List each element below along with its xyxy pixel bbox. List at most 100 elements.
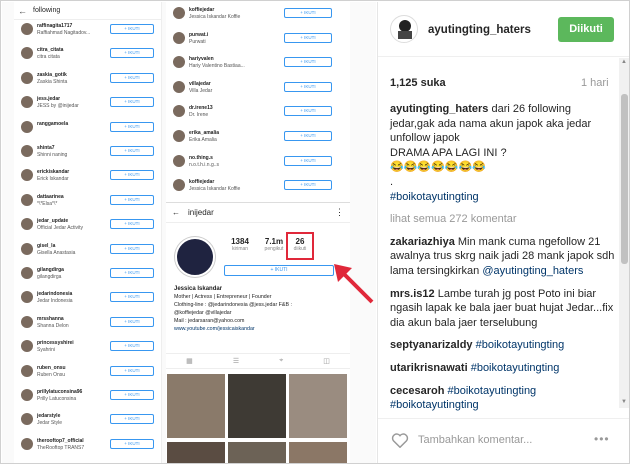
row-follow-button: + IKUTI — [110, 365, 154, 376]
following-row: erickiskandar Erick Iskandar + IKUTI — [14, 166, 161, 186]
row-username: ruben_onsu — [37, 364, 66, 371]
row-follow-button: + IKUTI — [284, 32, 332, 43]
row-follow-button: + IKUTI — [284, 106, 332, 117]
comment-username[interactable]: zakariazhiya — [390, 236, 455, 248]
row-username: jedarstyle — [37, 413, 61, 420]
following-button[interactable]: Diikuti — [558, 17, 614, 42]
row-follow-button: + IKUTI — [110, 438, 154, 449]
photo-tile — [289, 442, 347, 463]
profile-follow-button: + IKUTI — [224, 265, 334, 276]
row-username: jedar_update — [37, 218, 69, 225]
row-name: Dr. Irene — [189, 112, 209, 119]
row-name: Hariy Valentino Bastiaa... — [189, 63, 245, 70]
profile-bio: Jessica Iskandar Mother | Actress | Entr… — [174, 285, 346, 333]
row-follow-button: + IKUTI — [110, 390, 154, 400]
author-username[interactable]: ayutingting_haters — [428, 24, 531, 36]
instagram-post-window: ← following raffinagita1717 Raffiahmad Na… — [0, 0, 630, 464]
comment-input[interactable]: Tambahkan komentar... — [418, 434, 532, 446]
row-username: raffinagita1717 — [37, 23, 73, 29]
comment-username[interactable]: septyanarizaldy — [390, 339, 473, 351]
bio-link: www.youtube.com/jessicaiskandar — [174, 326, 255, 332]
avatar — [21, 413, 33, 426]
row-username: dattaarinea — [37, 193, 64, 200]
list-icon: ☰ — [232, 358, 240, 365]
avatar — [173, 31, 185, 44]
row-name: *\*Elsa*\* — [37, 200, 58, 207]
more-options-icon[interactable]: ••• — [594, 432, 610, 446]
following-header: ← following — [14, 2, 161, 20]
row-username: gisel_la — [37, 242, 56, 249]
avatar — [21, 242, 33, 255]
row-follow-button: + IKUTI — [284, 8, 332, 18]
caption-username[interactable]: ayutingting_haters — [390, 103, 488, 115]
following-row: therooftop7_official TheRooftop TRANS7 + I… — [14, 435, 161, 455]
post-time[interactable]: 1 hari — [581, 77, 609, 89]
avatar — [173, 130, 185, 142]
comment: utarikrisnawati #boikotayutingting — [390, 361, 616, 376]
row-name: Gisella Anastasia — [37, 249, 76, 256]
following-row: gilangdirga gilangdirga + IKUTI — [14, 264, 161, 284]
row-username: mrsshanna — [37, 315, 64, 322]
row-name: Jessica Iskandar Koffie — [189, 14, 241, 20]
comment: mrs.is12 Lambe turah jg post Poto ini bi… — [390, 287, 616, 331]
row-follow-button: + IKUTI — [284, 131, 332, 141]
posts-value: 1384 — [231, 237, 249, 246]
avatar — [173, 80, 185, 93]
profile-display-name: Jessica Iskandar — [174, 286, 223, 292]
row-username: erickiskandar — [37, 169, 70, 176]
row-username: koffiejedar — [189, 179, 215, 186]
caption-hashtag[interactable]: #boikotayutingting — [390, 191, 479, 203]
heart-icon[interactable] — [391, 432, 409, 448]
following-row: ruben_onsu Ruben Onsu + IKUTI — [14, 362, 161, 382]
avatar — [21, 145, 33, 157]
comment-username[interactable]: utarikrisnawati — [390, 362, 468, 374]
comment-tag[interactable]: #boikotayutingting — [476, 339, 565, 351]
row-follow-button: + IKUTI — [110, 219, 154, 230]
following-row: dattaarinea *\*Elsa*\* + IKUTI — [14, 191, 161, 211]
avatar — [21, 96, 33, 109]
row-name: Syahrini — [37, 347, 56, 354]
bio-line: @koffiejedar @villajedar — [174, 310, 232, 316]
row-username: princessyshirei — [37, 340, 74, 347]
row-name: Purwati — [189, 38, 206, 45]
profile-topbar: ← inijedar ⋮ — [166, 203, 350, 223]
scrollbar-thumb[interactable] — [621, 94, 628, 264]
view-all-comments-link[interactable]: lihat semua 272 komentar — [390, 213, 517, 225]
author-avatar[interactable] — [390, 15, 418, 43]
comment: septyanarizaldy #boikotayutingting — [390, 338, 616, 353]
view-all-comments[interactable]: lihat semua 272 komentar — [390, 212, 616, 227]
post-sidebar: ayutingting_haters Diikuti 1,125 suka 1 … — [377, 2, 629, 463]
more-options-icon: ⋮ — [335, 207, 344, 217]
likes-count[interactable]: 1,125 suka — [390, 77, 446, 89]
following-row: erika_amalia Erika Amalia + IKUTI — [166, 127, 350, 147]
bio-line: Clothing-line : @jedarindonesia @jess.je… — [174, 302, 292, 308]
row-name: n.o.t.h.i.n.g..s — [189, 161, 220, 168]
posts-label: kiriman — [231, 246, 249, 252]
avatar — [21, 267, 33, 279]
comment-tag[interactable]: #boikotayutingting — [471, 362, 560, 374]
scroll-up-icon[interactable]: ▲ — [621, 59, 627, 65]
row-follow-button: + IKUTI — [110, 292, 154, 303]
row-name: Ruben Onsu — [37, 371, 66, 378]
following-row: raffinagita1717 Raffiahmad Nagitadov... + … — [14, 20, 161, 40]
row-follow-button: + IKUTI — [110, 414, 154, 425]
caption-emoji: 😂😂😂😂😂😂😂 — [390, 161, 486, 174]
comment: cecesaroh #boikotayutingting #boikotayut… — [390, 384, 616, 413]
comment-tag[interactable]: @ayutingting_haters — [482, 265, 583, 277]
photo-tile — [228, 442, 286, 463]
comment-username[interactable]: mrs.is12 — [390, 288, 435, 300]
comment-username[interactable]: cecesaroh — [390, 385, 444, 397]
avatar — [21, 315, 33, 328]
row-follow-button: + IKUTI — [284, 155, 332, 166]
comment: zakariazhiya Min mank cuma ngefollow 21 … — [390, 235, 616, 279]
row-name: Jessica Iskandar Koffie — [189, 186, 241, 193]
highlight-box — [286, 232, 314, 260]
following-row: koffiejedar Jessica Iskandar Koffie + IKUT… — [166, 176, 350, 196]
row-username: therooftop7_official — [37, 437, 84, 444]
scroll-down-icon[interactable]: ▼ — [621, 399, 627, 405]
following-row: jedarstyle Jedar Style + IKUTI — [14, 410, 161, 430]
row-username: hariyvalen — [189, 56, 214, 63]
avatar — [173, 105, 185, 118]
photo-tile — [228, 374, 286, 438]
row-name: Erick Iskandar — [37, 176, 69, 183]
